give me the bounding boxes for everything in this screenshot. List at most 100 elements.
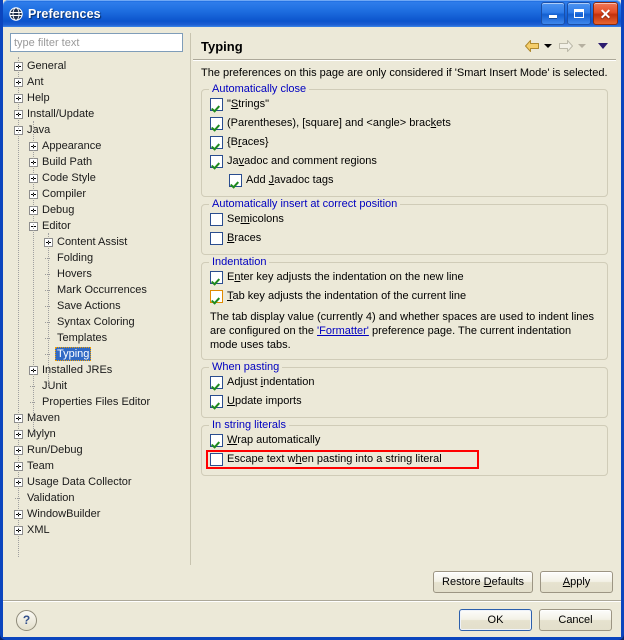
back-dropdown-icon[interactable]: [544, 44, 552, 48]
pane-divider[interactable]: [188, 33, 193, 565]
mnemonic-letter: n: [234, 271, 241, 284]
page-title: Typing: [201, 38, 243, 54]
tree-item-hovers[interactable]: Hovers: [8, 266, 188, 282]
tree-item-ant[interactable]: Ant: [8, 74, 188, 90]
ok-button[interactable]: OK: [459, 609, 532, 631]
help-button[interactable]: ?: [16, 609, 37, 631]
tree-item-maven[interactable]: Maven: [8, 410, 188, 426]
checkbox-row: Escape text when pasting into a string l…: [206, 449, 599, 469]
auto-close-braces-label[interactable]: {Braces}: [227, 135, 269, 149]
apply-button[interactable]: Apply: [540, 571, 613, 593]
tree-item-run-debug[interactable]: Run/Debug: [8, 442, 188, 458]
escape-text-on-paste-checkbox[interactable]: [210, 452, 223, 466]
auto-close-javadoc-label[interactable]: Javadoc and comment regions: [227, 154, 377, 168]
auto-close-brackets-label[interactable]: (Parentheses), [square] and <angle> brac…: [227, 116, 451, 130]
mnemonic-letter: J: [268, 174, 275, 187]
auto-close-strings-checkbox[interactable]: [210, 97, 223, 111]
apply-button-row: Restore Defaults Apply: [3, 565, 621, 600]
auto-close-javadoc-checkbox[interactable]: [210, 154, 223, 168]
auto-insert-braces-label[interactable]: Braces: [227, 231, 261, 245]
add-javadoc-tags-checkbox[interactable]: [229, 173, 242, 187]
tree-item-xml[interactable]: XML: [8, 522, 188, 538]
tree-item-mylyn[interactable]: Mylyn: [8, 426, 188, 442]
tree-item-build-path[interactable]: Build Path: [8, 154, 188, 170]
wrap-automatically-label[interactable]: Wrap automatically: [227, 433, 320, 447]
mnemonic-letter: h: [295, 453, 302, 466]
filter-box[interactable]: [10, 33, 183, 52]
tree-item-java[interactable]: Java: [8, 122, 188, 138]
paste-adjust-indentation-checkbox[interactable]: [210, 375, 223, 389]
restore-defaults-button[interactable]: Restore Defaults: [433, 571, 533, 593]
tree-item-properties-files-editor[interactable]: Properties Files Editor: [8, 394, 188, 410]
back-arrow-icon[interactable]: [524, 39, 540, 53]
right-pane: Typing The preferences on this page are …: [193, 33, 616, 565]
tree-item-label: Maven: [27, 412, 61, 424]
tree-item-windowbuilder[interactable]: WindowBuilder: [8, 506, 188, 522]
close-button[interactable]: ✕: [593, 2, 618, 25]
forward-arrow-icon: [558, 39, 574, 53]
tree-item-label: Folding: [57, 252, 94, 264]
tree-item-templates[interactable]: Templates: [8, 330, 188, 346]
tab-key-adjusts-indentation-label[interactable]: Tab key adjusts the indentation of the c…: [227, 289, 466, 303]
tree-item-mark-occurrences[interactable]: Mark Occurrences: [8, 282, 188, 298]
mnemonic-letter: S: [230, 98, 239, 111]
tree-item-syntax-coloring[interactable]: Syntax Coloring: [8, 314, 188, 330]
auto-close-strings-label[interactable]: "Strings": [227, 97, 269, 111]
add-javadoc-tags-label[interactable]: Add Javadoc tags: [246, 173, 333, 187]
checkbox-row: Javadoc and comment regions: [210, 152, 599, 171]
tree-item-label: Code Style: [42, 172, 96, 184]
search-input[interactable]: [14, 36, 179, 49]
mnemonic-letter: T: [227, 290, 233, 303]
forward-dropdown-icon: [578, 44, 586, 48]
checkbox-row: Adjust indentation: [210, 373, 599, 392]
tree-item-content-assist[interactable]: Content Assist: [8, 234, 188, 250]
maximize-button[interactable]: [567, 2, 591, 25]
mnemonic-letter: i: [260, 376, 264, 389]
group-title: Automatically insert at correct position: [209, 197, 401, 210]
enter-key-adjusts-indentation-label[interactable]: Enter key adjusts the indentation on the…: [227, 270, 464, 284]
tree-item-usage-data-collector[interactable]: Usage Data Collector: [8, 474, 188, 490]
auto-insert-braces-checkbox[interactable]: [210, 231, 223, 245]
auto-insert-semicolons-checkbox[interactable]: [210, 212, 223, 226]
paste-update-imports-checkbox[interactable]: [210, 394, 223, 408]
tree-item-installed-jres[interactable]: Installed JREs: [8, 362, 188, 378]
tree-item-validation[interactable]: Validation: [8, 490, 188, 506]
tree-item-help[interactable]: Help: [8, 90, 188, 106]
auto-close-brackets-checkbox[interactable]: [210, 116, 223, 130]
auto-insert-semicolons-label[interactable]: Semicolons: [227, 212, 284, 226]
tree-item-typing[interactable]: Typing: [8, 346, 188, 362]
window-controls: ✕: [541, 2, 618, 25]
mnemonic-letter: D: [483, 576, 492, 588]
tab-key-adjusts-indentation-checkbox[interactable]: [210, 289, 223, 303]
auto-close-braces-checkbox[interactable]: [210, 135, 223, 149]
tree-item-debug[interactable]: Debug: [8, 202, 188, 218]
tree-item-compiler[interactable]: Compiler: [8, 186, 188, 202]
tree-item-save-actions[interactable]: Save Actions: [8, 298, 188, 314]
close-icon: ✕: [599, 5, 612, 22]
cancel-button[interactable]: Cancel: [539, 609, 612, 631]
escape-text-on-paste-label[interactable]: Escape text when pasting into a string l…: [227, 452, 442, 466]
tree-item-code-style[interactable]: Code Style: [8, 170, 188, 186]
preferences-tree[interactable]: General Ant Help Install/Update Java Appearan…: [8, 57, 188, 565]
tree-item-label: Install/Update: [27, 108, 95, 120]
tree-item-label: Build Path: [42, 156, 93, 168]
tree-item-label: WindowBuilder: [27, 508, 101, 520]
formatter-link[interactable]: 'Formatter': [317, 325, 369, 337]
checkbox-row: Tab key adjusts the indentation of the c…: [210, 287, 599, 306]
paste-update-imports-label[interactable]: Update imports: [227, 394, 302, 408]
tree-item-appearance[interactable]: Appearance: [8, 138, 188, 154]
tree-item-general[interactable]: General: [8, 58, 188, 74]
wrap-automatically-checkbox[interactable]: [210, 433, 223, 447]
tree-item-label: Java: [27, 124, 51, 136]
tree-item-label: Syntax Coloring: [57, 316, 135, 328]
tree-item-editor[interactable]: Editor: [8, 218, 188, 234]
minimize-button[interactable]: [541, 2, 565, 25]
mnemonic-letter: v: [238, 155, 245, 168]
tree-item-junit[interactable]: JUnit: [8, 378, 188, 394]
tree-item-install-update[interactable]: Install/Update: [8, 106, 188, 122]
tree-item-team[interactable]: Team: [8, 458, 188, 474]
enter-key-adjusts-indentation-checkbox[interactable]: [210, 270, 223, 284]
paste-adjust-indentation-label[interactable]: Adjust indentation: [227, 375, 314, 389]
tree-item-folding[interactable]: Folding: [8, 250, 188, 266]
view-menu-icon[interactable]: [598, 43, 608, 49]
